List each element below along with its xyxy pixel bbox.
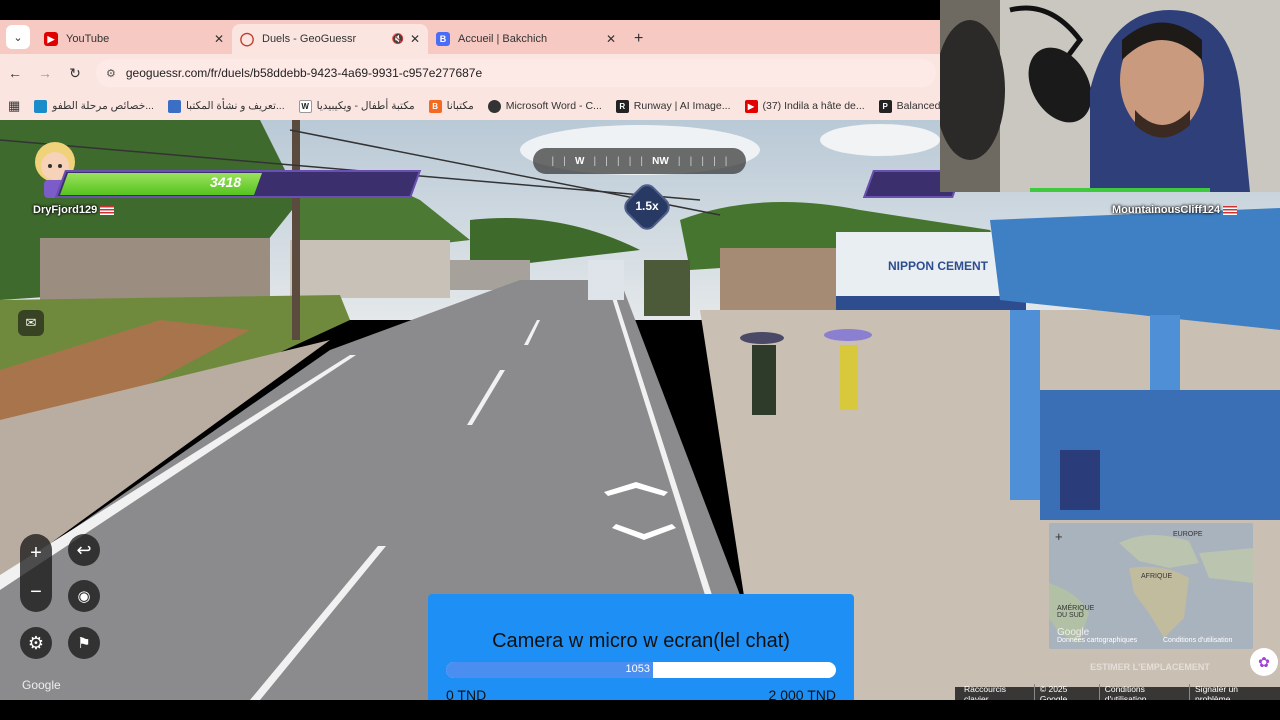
player-right-name: MountainousCliff124 (1112, 204, 1238, 216)
bookmark-label: (37) Indila a hâte de... (762, 100, 865, 112)
location-pin-icon: ◯ (239, 31, 255, 46)
zoom-controls: + − (20, 534, 52, 612)
address-bar-row: ← → ↻ ⚙ geoguessr.com/fr/duels/b58ddebb-… (0, 54, 940, 92)
bookmark-label: Balanced (896, 100, 940, 112)
close-icon[interactable]: ✕ (214, 32, 224, 46)
minimap-map-data: Données cartographiques (1057, 637, 1138, 644)
bookmarks-bar: ▦ خصائص مرحلة الطفو... تعريف و نشأة المك… (0, 92, 940, 120)
multiplier-label: 1.5x (635, 199, 659, 213)
tab-geoguessr[interactable]: ◯ Duels - GeoGuessr 🔇 ✕ (232, 24, 428, 54)
bookmark-item[interactable]: P Balanced (878, 99, 940, 113)
compass-w: W (574, 155, 585, 167)
flag-button[interactable]: ⚑ (68, 627, 100, 659)
guess-button[interactable]: ESTIMER L'EMPLACEMENT (1070, 662, 1230, 672)
bookmark-item[interactable]: W مكتبة أطفال - ويكيبيديا (298, 99, 415, 113)
bookmark-icon (34, 99, 48, 113)
balanced-icon: P (878, 99, 892, 113)
bookmark-item[interactable]: ▶ (37) Indila a hâte de... (744, 99, 865, 113)
tab-title: YouTube (66, 33, 110, 45)
bottom-border (0, 700, 1280, 720)
top-border (0, 0, 940, 20)
minimap-zoom-in-icon[interactable]: + (1055, 529, 1063, 544)
url-text: geoguessr.com/fr/duels/b58ddebb-9423-4a6… (125, 66, 483, 80)
url-input[interactable]: ⚙ geoguessr.com/fr/duels/b58ddebb-9423-4… (96, 59, 936, 87)
bookmark-item[interactable]: B مكتبانا (428, 99, 474, 113)
blogger-icon: B (428, 99, 442, 113)
bookmark-label: Runway | AI Image... (633, 100, 731, 112)
chat-icon[interactable]: ✉ (18, 310, 44, 336)
new-tab-icon[interactable]: + (634, 30, 643, 48)
minimap-label: EUROPE (1173, 531, 1203, 538)
player-left-hp: 3418 (210, 174, 242, 190)
compass-bar: | | W | | | | | NW | | | | | (533, 148, 746, 174)
bakchich-icon: B (436, 32, 450, 46)
tab-title: Accueil | Bakchich (458, 33, 548, 45)
bookmark-label: خصائص مرحلة الطفو... (52, 100, 154, 112)
bookmark-label: مكتبة أطفال - ويكيبيديا (316, 100, 415, 112)
return-to-start-button[interactable]: ◉ (68, 580, 100, 612)
tab-title: Duels - GeoGuessr (262, 33, 357, 45)
forward-icon[interactable]: → (30, 65, 60, 81)
bookmark-label: Microsoft Word - C... (505, 100, 602, 112)
player-left-name: DryFjord129 (33, 204, 115, 216)
location-pin-icon: ◉ (77, 588, 91, 605)
donation-goal-title: Camera w micro w ecran(lel chat) (492, 630, 790, 652)
zoom-out-button[interactable]: − (20, 573, 52, 612)
minimap-label: AFRIQUE (1141, 573, 1173, 580)
minimap-label: AMÉRIQUE DU SUD (1057, 605, 1095, 619)
gear-icon: ⚙ (27, 632, 45, 653)
palette-icon[interactable]: ✿ (1250, 648, 1278, 676)
apps-grid-icon[interactable]: ▦ (8, 98, 20, 114)
bookmark-item[interactable]: Microsoft Word - C... (487, 99, 602, 113)
flag-icon: ⚑ (77, 635, 91, 652)
zoom-in-button[interactable]: + (20, 534, 52, 573)
bookmark-label: تعريف و نشأة المكتبا... (185, 100, 285, 112)
mute-icon[interactable]: 🔇 (391, 34, 403, 45)
globe-icon (487, 99, 501, 113)
undo-move-button[interactable]: ↩ (68, 534, 100, 566)
close-icon[interactable]: ✕ (410, 32, 420, 46)
google-logo: Google (22, 678, 61, 692)
undo-arrow-icon: ↩ (76, 539, 92, 560)
wikipedia-icon: W (298, 99, 312, 113)
compass-nw: NW (652, 155, 669, 167)
bookmark-item[interactable]: خصائص مرحلة الطفو... (34, 99, 154, 113)
bookmark-label: مكتبانا (446, 100, 474, 112)
tab-bakchich[interactable]: B Accueil | Bakchich ✕ (428, 24, 624, 54)
youtube-icon: ▶ (44, 32, 58, 46)
site-settings-icon[interactable]: ⚙ (106, 67, 116, 80)
bookmark-item[interactable]: تعريف و نشأة المكتبا... (167, 99, 285, 113)
tab-youtube[interactable]: ▶ YouTube ✕ (36, 24, 232, 54)
webcam-overlay (940, 0, 1280, 192)
webcam-person-image (940, 0, 1280, 192)
tab-search-chevron-icon[interactable]: ⌄ (6, 25, 30, 49)
donation-progress-bar: 1053 (446, 662, 836, 678)
guess-minimap[interactable]: + EUROPE AFRIQUE AMÉRIQUE DU SUD Google … (1049, 523, 1253, 649)
map-footer: Raccourcis clavier © 2025 Google Conditi… (955, 684, 1280, 704)
youtube-icon: ▶ (744, 99, 758, 113)
minimap-terms[interactable]: Conditions d'utilisation (1163, 637, 1232, 644)
bookmark-icon (167, 99, 181, 113)
runway-icon: R (615, 99, 629, 113)
screen: ⌄ ▶ YouTube ✕ ◯ Duels - GeoGuessr 🔇 ✕ B … (0, 0, 1280, 720)
us-flag-icon (100, 205, 115, 215)
settings-button[interactable]: ⚙ (20, 627, 52, 659)
bookmark-item[interactable]: R Runway | AI Image... (615, 99, 731, 113)
donation-current-amount: 1053 (625, 663, 650, 675)
tab-bar: ⌄ ▶ YouTube ✕ ◯ Duels - GeoGuessr 🔇 ✕ B … (0, 20, 940, 54)
player-left-healthbar: 3418 (54, 170, 422, 198)
back-icon[interactable]: ← (0, 65, 30, 81)
close-icon[interactable]: ✕ (606, 32, 616, 46)
us-flag-icon (1223, 205, 1238, 215)
svg-text:NIPPON CEMENT: NIPPON CEMENT (888, 259, 989, 273)
reload-icon[interactable]: ↻ (60, 65, 90, 82)
